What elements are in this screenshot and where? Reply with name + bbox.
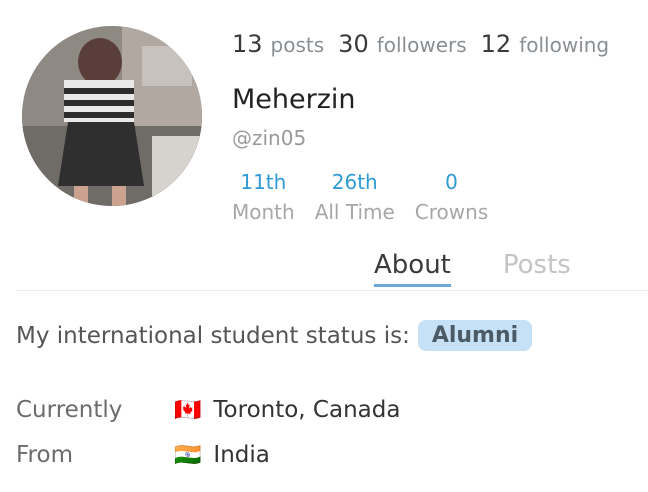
rank-all-time-label: All Time (314, 200, 395, 224)
following-label: following (519, 33, 610, 57)
rank-crowns-label: Crowns (414, 200, 489, 224)
posts-count: 13 (232, 30, 263, 58)
following-stat[interactable]: 12 following (481, 30, 609, 58)
from-row: From 🇮🇳 India (16, 442, 270, 468)
rank-month: 11th Month (232, 170, 295, 224)
rank-crowns: 0 Crowns (415, 170, 488, 224)
profile-ranks: 11th Month 26th All Time 0 Crowns (232, 170, 508, 224)
currently-value: Toronto, Canada (213, 397, 401, 423)
from-value: India (213, 442, 270, 468)
tab-posts[interactable]: Posts (503, 250, 571, 287)
posts-stat[interactable]: 13 posts (232, 30, 324, 58)
followers-label: followers (376, 33, 467, 57)
india-flag-icon: 🇮🇳 (174, 442, 202, 468)
profile-stats: 13 posts 30 followers 12 following (232, 30, 623, 58)
followers-stat[interactable]: 30 followers (338, 30, 466, 58)
profile-name: Meherzin (232, 84, 356, 115)
avatar-photo (22, 26, 202, 206)
rank-crowns-value: 0 (445, 170, 458, 194)
rank-all-time-value: 26th (331, 170, 378, 194)
profile-tabs: About Posts (374, 250, 623, 287)
rank-month-value: 11th (240, 170, 287, 194)
tab-about[interactable]: About (374, 250, 451, 287)
posts-label: posts (270, 33, 325, 57)
tabs-divider (16, 290, 648, 291)
status-text: My international student status is: (16, 322, 410, 349)
followers-count: 30 (338, 30, 369, 58)
profile-handle: @zin05 (232, 126, 307, 150)
currently-row: Currently 🇨🇦 Toronto, Canada (16, 397, 400, 423)
canada-flag-icon: 🇨🇦 (174, 397, 202, 423)
rank-all-time: 26th All Time (315, 170, 395, 224)
status-badge: Alumni (417, 320, 533, 351)
following-count: 12 (480, 30, 512, 58)
rank-month-label: Month (232, 200, 295, 224)
currently-label: Currently (16, 397, 123, 423)
from-label: From (16, 442, 73, 468)
student-status: My international student status is: Alum… (16, 320, 533, 351)
profile-avatar[interactable] (22, 26, 202, 206)
